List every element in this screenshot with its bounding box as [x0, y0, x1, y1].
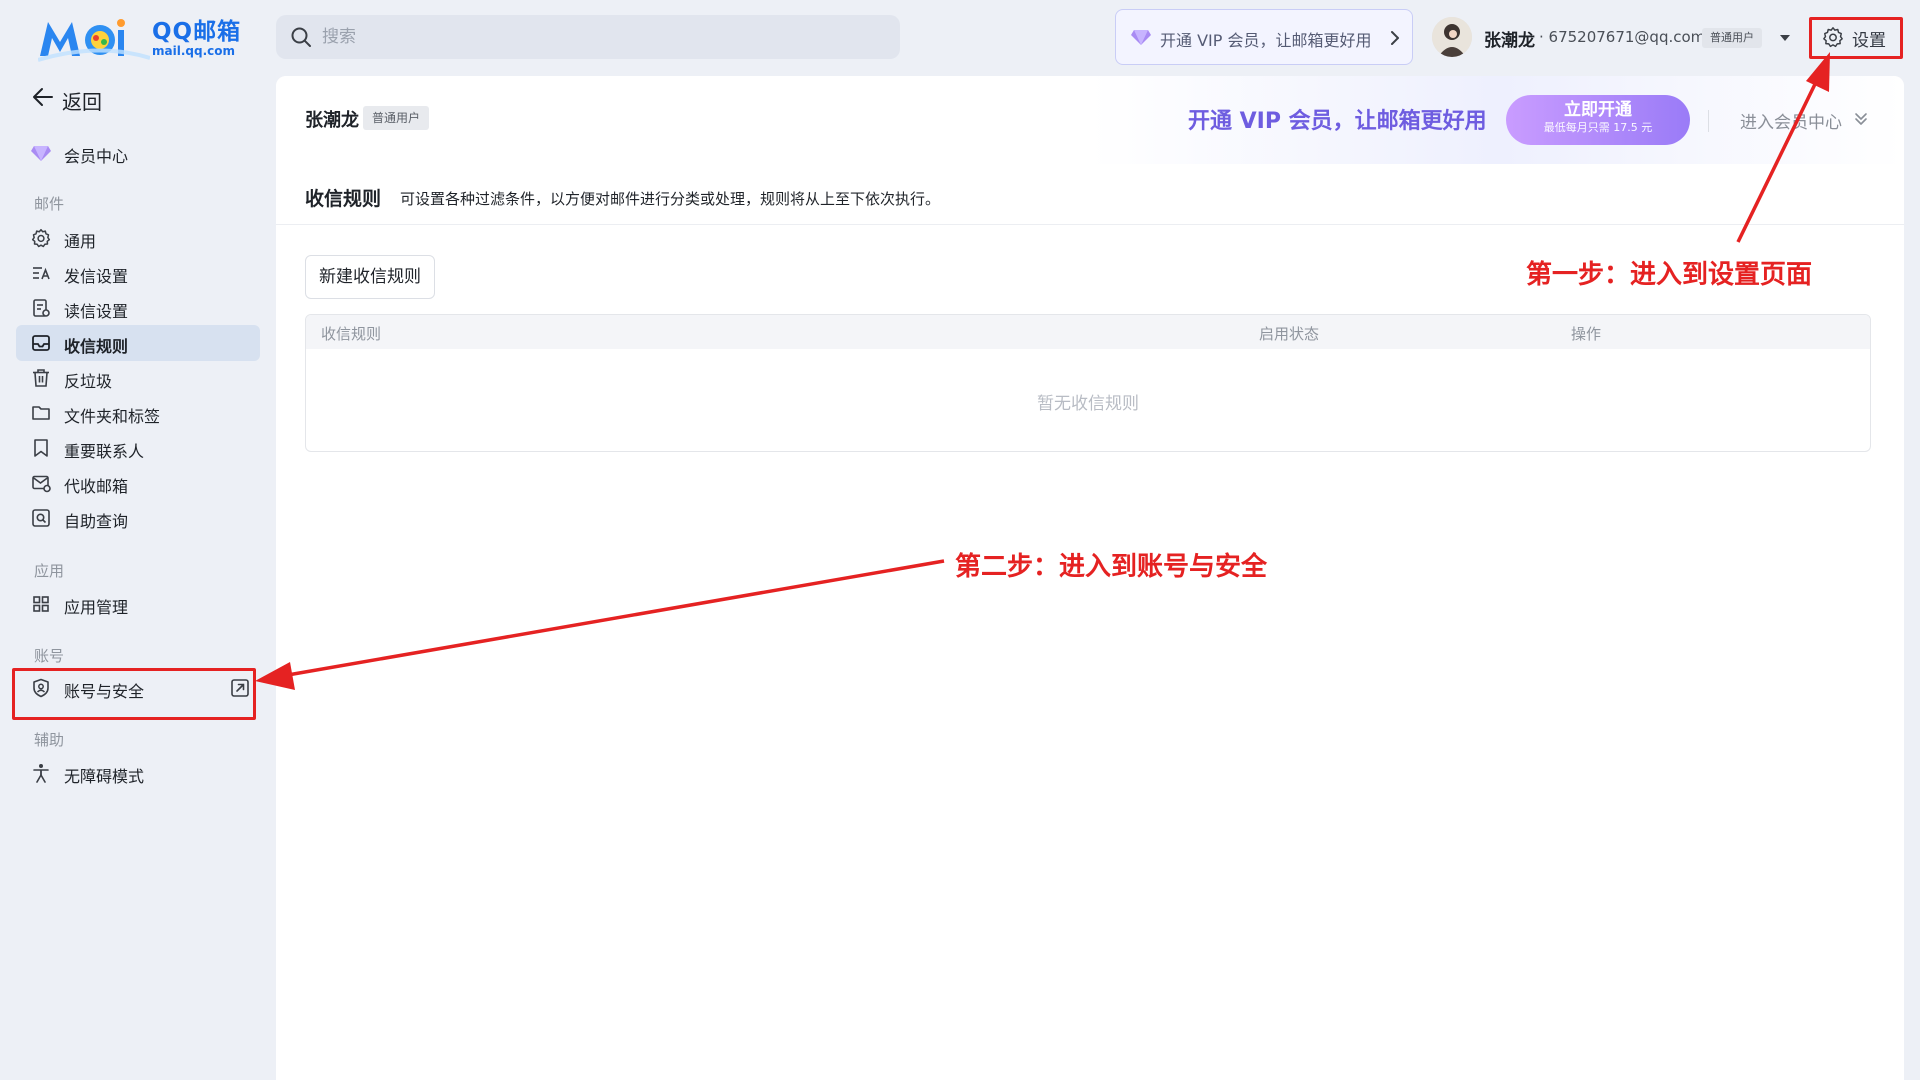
annotation-arrows: [255, 52, 1830, 690]
annotation-arrow-1-shaft: [1736, 77, 1820, 243]
annotation-arrow-1-head: [1806, 52, 1830, 92]
annotation-step1-text: 第一步：进入到设置页面: [1526, 260, 1813, 290]
annotation-arrow-2-head: [255, 662, 295, 690]
annotation-arrow-2-shaft: [281, 559, 945, 678]
annotation-step2-text: 第二步：进入到账号与安全: [955, 552, 1268, 582]
